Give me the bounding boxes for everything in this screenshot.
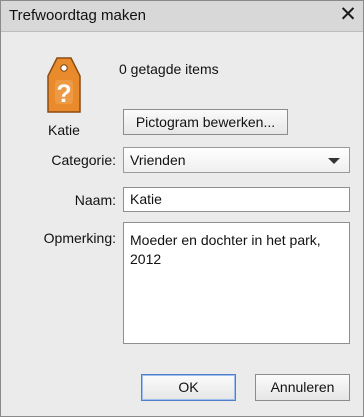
- close-icon[interactable]: ✕: [337, 3, 359, 27]
- chevron-down-icon: [328, 158, 340, 164]
- tag-question-icon: ?: [47, 57, 81, 113]
- cancel-button[interactable]: Annuleren: [255, 374, 350, 401]
- svg-text:?: ?: [56, 80, 71, 108]
- dialog-title: Trefwoordtag maken: [9, 7, 147, 24]
- create-keyword-tag-dialog: Trefwoordtag maken ✕ ? Katie 0 getagde i…: [0, 0, 364, 417]
- name-input[interactable]: Katie: [123, 187, 350, 212]
- name-label: Naam:: [74, 192, 116, 208]
- tagged-items-count: 0 getagde items: [119, 61, 219, 77]
- category-label: Categorie:: [51, 152, 116, 168]
- note-textarea[interactable]: Moeder en dochter in het park, 2012: [123, 222, 350, 344]
- tag-icon-caption: Katie: [48, 122, 80, 138]
- title-bar: Trefwoordtag maken ✕: [1, 1, 363, 32]
- note-label: Opmerking:: [43, 230, 116, 246]
- ok-button[interactable]: OK: [141, 374, 236, 401]
- name-input-value: Katie: [130, 191, 162, 207]
- category-select[interactable]: Vrienden: [123, 147, 350, 173]
- category-selected-value: Vrienden: [130, 152, 186, 168]
- edit-icon-button[interactable]: Pictogram bewerken...: [123, 109, 288, 135]
- note-textarea-value: Moeder en dochter in het park, 2012: [130, 232, 325, 267]
